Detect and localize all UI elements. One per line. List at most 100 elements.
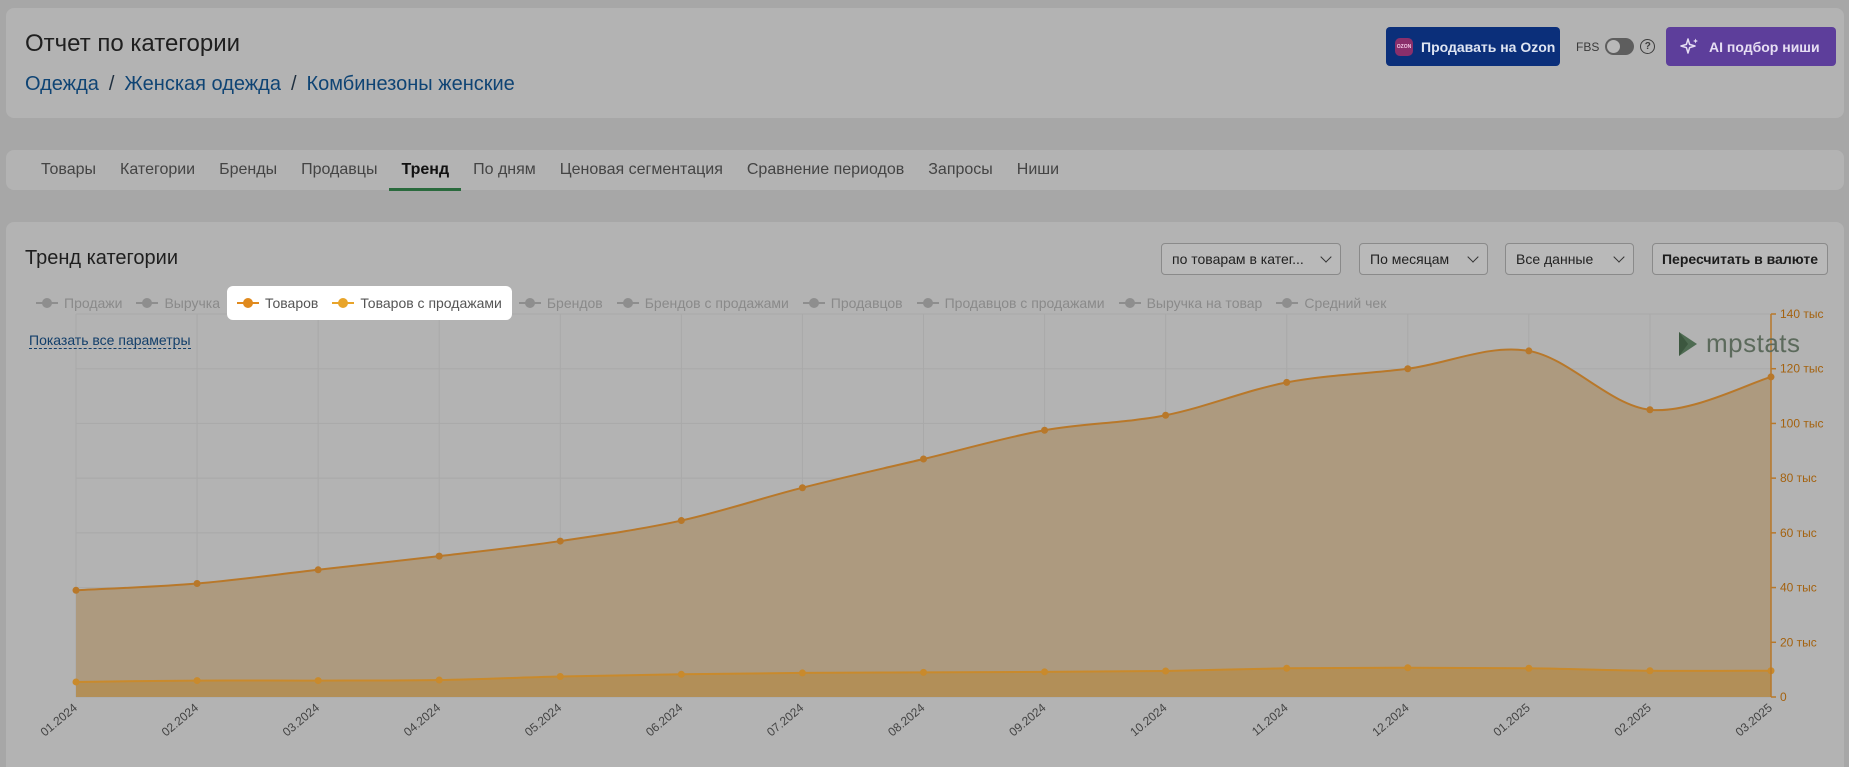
legend-item-revenue[interactable]: Выручка: [129, 286, 227, 320]
data-point: [314, 677, 322, 685]
tab-price-segmentation[interactable]: Ценовая сегментация: [548, 150, 735, 190]
legend-item-brands[interactable]: Брендов: [512, 286, 610, 320]
chevron-down-icon: [1613, 251, 1625, 263]
help-glyph: ?: [1644, 41, 1651, 52]
tab-trend[interactable]: Тренд: [389, 150, 461, 191]
ai-niche-label: AI подбор ниши: [1709, 38, 1820, 55]
trend-card: 0 20 тыс 40 тыс 60 тыс 80 тыс 100 тыс 120 тыс 1…: [6, 222, 1844, 767]
tab-categories[interactable]: Категории: [108, 150, 207, 190]
tab-queries[interactable]: Запросы: [916, 150, 1005, 190]
data-point: [1041, 426, 1049, 434]
legend-marker-icon: [36, 298, 58, 308]
breadcrumb-separator: /: [290, 73, 297, 95]
legend-highlight: Товаров Товаров с продажами: [227, 286, 512, 320]
mpstats-logo-text: mpstats: [1706, 328, 1801, 358]
y-tick-label: 20 тыс: [1780, 635, 1817, 649]
legend-marker-icon: [1276, 298, 1299, 308]
y-tick-label: 80 тыс: [1780, 471, 1817, 485]
tabs-card: Товары Категории Бренды Продавцы Тренд П…: [6, 150, 1844, 191]
data-point: [435, 552, 443, 560]
y-tick-label: 140 тыс: [1780, 307, 1823, 321]
data-point: [1646, 406, 1654, 414]
breadcrumb-item-jumpsuits[interactable]: Комбинезоны женские: [307, 73, 515, 96]
trend-title: Тренд категории: [25, 247, 178, 269]
x-tick-label: 05.2024: [522, 700, 564, 739]
data-point: [72, 678, 80, 686]
mpstats-logo-icon: [1679, 331, 1697, 356]
data-point: [798, 669, 806, 677]
legend-item-average-check[interactable]: Средний чек: [1269, 286, 1393, 320]
data-point: [677, 517, 685, 525]
fbs-label: FBS: [1576, 39, 1600, 54]
fbs-toggle[interactable]: [1605, 38, 1635, 55]
x-tick-label: 04.2024: [401, 700, 443, 739]
scope-select[interactable]: по товарам в катег...: [1161, 243, 1341, 275]
x-tick-label: 02.2024: [159, 700, 201, 739]
show-all-params-link[interactable]: Показать все параметры: [29, 332, 191, 349]
x-tick-label: 03.2024: [280, 700, 322, 739]
x-tick-label: 09.2024: [1006, 700, 1048, 739]
recalc-currency-button[interactable]: Пересчитать в валюте: [1652, 243, 1828, 275]
data-point: [193, 579, 201, 587]
legend-item-brands-with-sales[interactable]: Брендов с продажами: [610, 286, 796, 320]
data-point: [314, 566, 322, 574]
data-point: [1404, 365, 1412, 373]
legend-marker-icon: [518, 298, 541, 308]
y-tick-label: 0: [1780, 690, 1787, 704]
data-point: [1646, 667, 1654, 675]
x-tick-label: 07.2024: [764, 700, 806, 739]
page-title: Отчет по категории: [25, 30, 241, 57]
legend-marker-icon: [332, 298, 355, 308]
data-select[interactable]: Все данные: [1505, 243, 1634, 275]
breadcrumb-separator: /: [108, 73, 115, 95]
mpstats-logo: mpstats: [1676, 328, 1801, 359]
data-point: [1525, 347, 1533, 355]
data-select-value: Все данные: [1516, 251, 1594, 267]
legend-item-revenue-per-product[interactable]: Выручка на товар: [1112, 286, 1270, 320]
tab-sellers[interactable]: Продавцы: [289, 150, 389, 190]
legend-label: Продажи: [64, 295, 123, 311]
legend-label: Продавцов с продажами: [944, 295, 1105, 311]
y-tick-label: 40 тыс: [1780, 581, 1817, 595]
data-point: [677, 670, 685, 678]
help-icon[interactable]: ?: [1640, 39, 1656, 54]
tab-period-comparison[interactable]: Сравнение периодов: [735, 150, 916, 190]
legend-item-sales[interactable]: Продажи: [29, 286, 129, 320]
tab-niches[interactable]: Ниши: [1005, 150, 1071, 190]
breadcrumb-item-womens-clothing[interactable]: Женская одежда: [124, 73, 281, 96]
legend-item-products[interactable]: Товаров: [230, 286, 325, 320]
tab-brands[interactable]: Бренды: [207, 150, 289, 190]
data-point: [1283, 378, 1291, 386]
data-point: [1041, 668, 1049, 676]
data-point: [920, 455, 927, 463]
tab-by-days[interactable]: По дням: [461, 150, 548, 190]
legend-item-products-with-sales[interactable]: Товаров с продажами: [325, 286, 509, 320]
legend-marker-icon: [916, 298, 939, 308]
legend-item-sellers[interactable]: Продавцов: [796, 286, 910, 320]
data-point: [920, 668, 927, 676]
ai-niche-button[interactable]: AI подбор ниши: [1666, 27, 1836, 66]
fbs-toggle-group: FBS ?: [1576, 38, 1656, 55]
breadcrumb-item-clothing[interactable]: Одежда: [25, 73, 99, 96]
legend-item-sellers-with-sales[interactable]: Продавцов с продажами: [910, 286, 1112, 320]
ozon-logo-text: OZON: [1396, 43, 1412, 50]
x-tick-label: 12.2024: [1369, 700, 1411, 739]
legend-label: Выручка: [164, 295, 221, 311]
data-point: [1162, 411, 1170, 419]
data-point: [1525, 664, 1533, 672]
chevron-down-icon: [1467, 251, 1479, 263]
data-point: [193, 677, 201, 685]
period-select[interactable]: По месяцам: [1359, 243, 1488, 275]
data-point: [556, 537, 564, 545]
y-tick-label: 100 тыс: [1780, 416, 1823, 430]
legend-marker-icon: [616, 298, 639, 308]
legend-marker-icon: [1118, 298, 1141, 308]
chart-legend: Продажи Выручка Товаров Товаров с продаж…: [29, 286, 1393, 320]
legend-label: Брендов с продажами: [644, 295, 789, 311]
sell-on-ozon-button[interactable]: OZON Продавать на Ozon: [1386, 27, 1560, 66]
data-point: [1283, 664, 1291, 672]
legend-marker-icon: [237, 298, 260, 308]
data-point: [798, 484, 806, 492]
legend-label: Выручка на товар: [1146, 295, 1263, 311]
tab-products[interactable]: Товары: [29, 150, 108, 190]
